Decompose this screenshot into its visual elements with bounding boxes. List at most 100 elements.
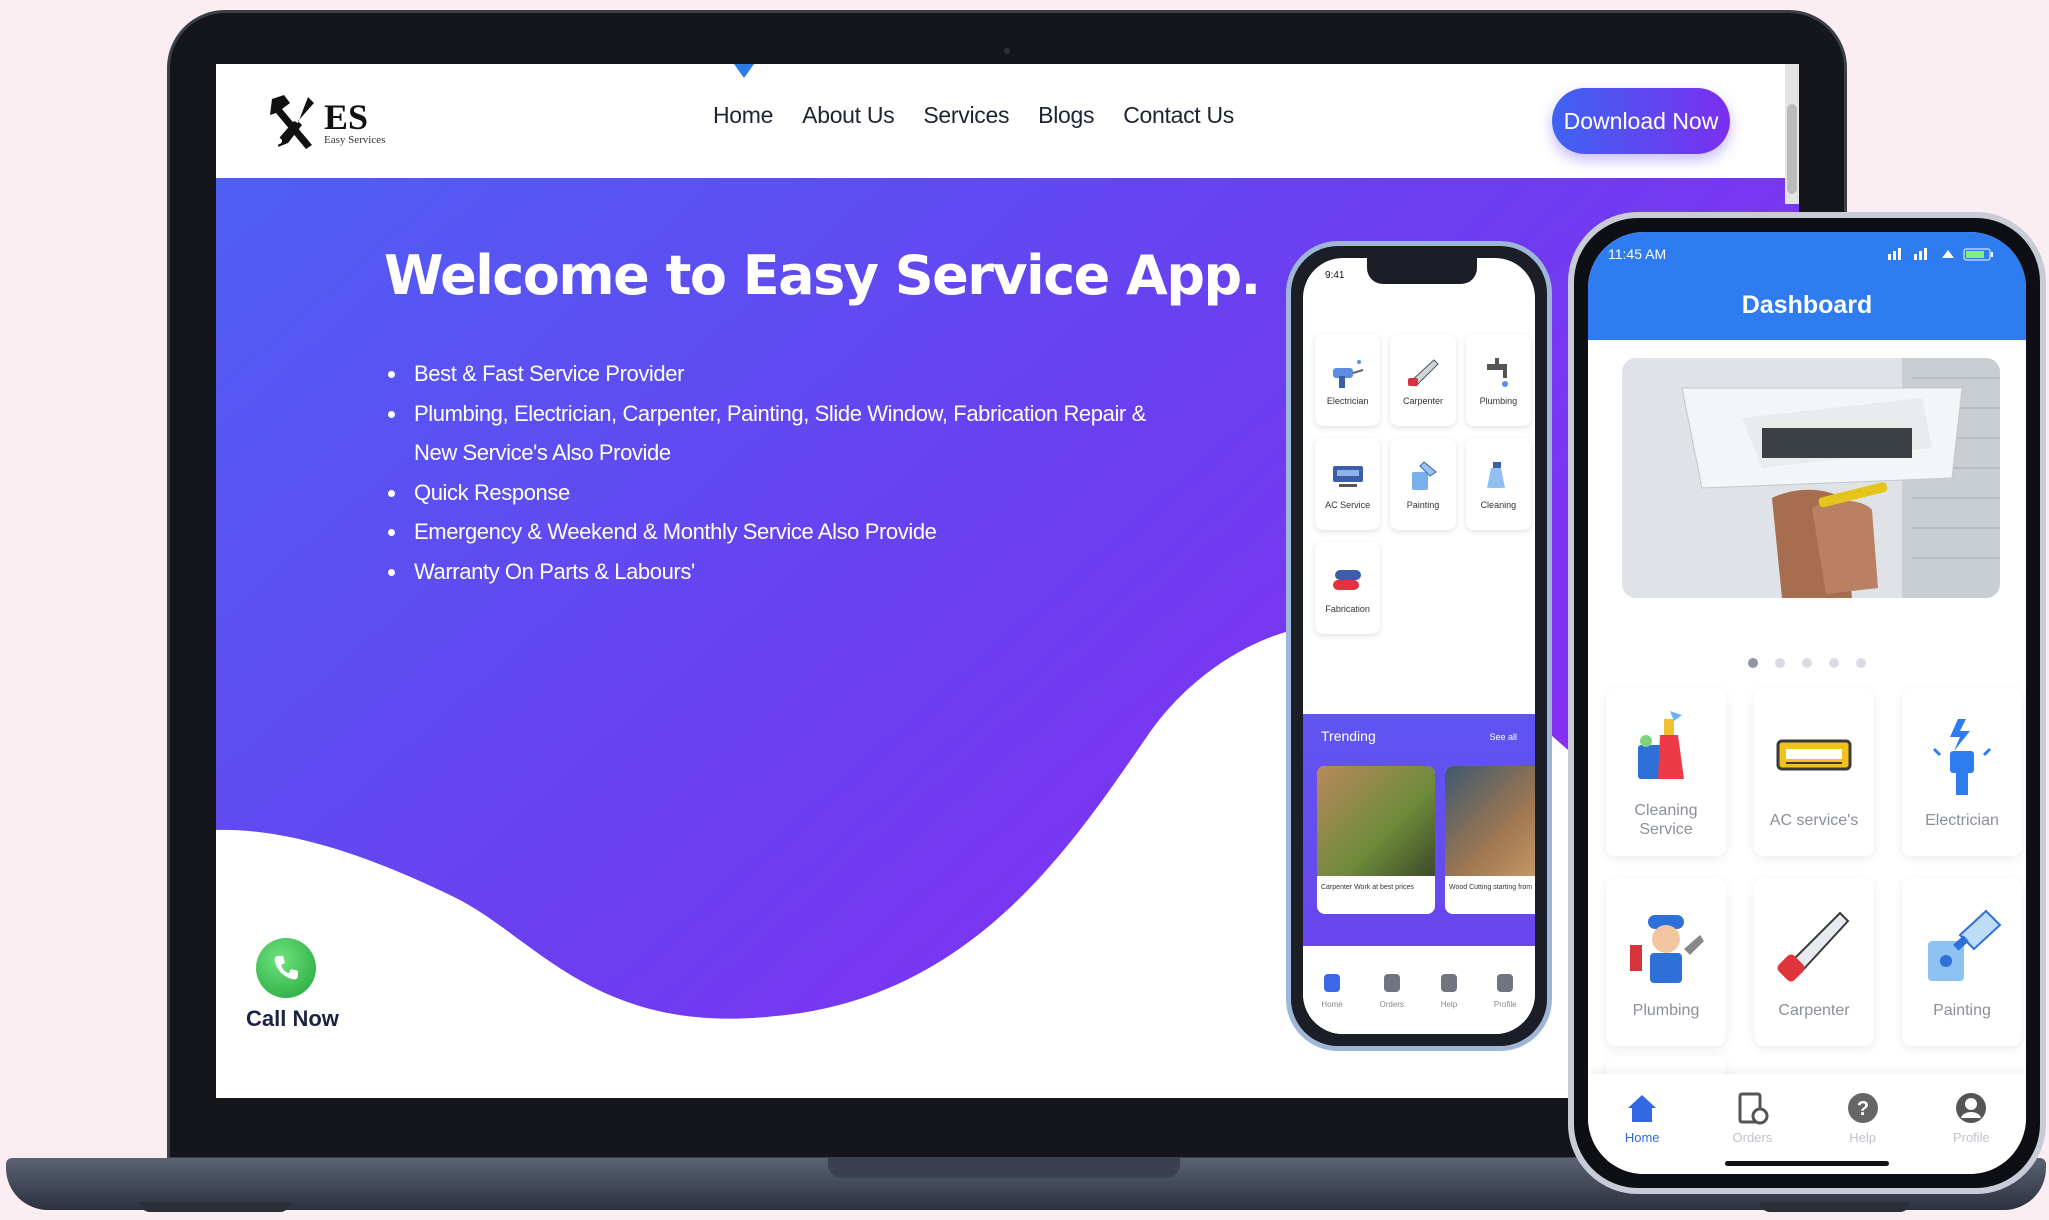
status-icons: [1888, 246, 1998, 265]
service-tile-painting[interactable]: Painting: [1390, 438, 1456, 530]
saw-icon: [1407, 359, 1439, 387]
bottom-nav: Home Orders Help Profile: [1303, 948, 1535, 1034]
hero-wave-background: [216, 178, 1799, 1019]
nav-label: Help: [1849, 1130, 1876, 1145]
laptop-camera: [1004, 48, 1010, 54]
service-tile-plumbing[interactable]: Plumbing: [1465, 334, 1531, 426]
trending-card-caption: Carpenter Work at best prices: [1321, 884, 1414, 891]
status-bar: 11:45 AM: [1588, 232, 2026, 278]
phone-call-icon: [256, 938, 316, 998]
service-tile-cleaning[interactable]: Cleaning Service: [1606, 688, 1726, 856]
service-label: AC Service: [1325, 500, 1371, 510]
home-indicator[interactable]: [1725, 1161, 1889, 1166]
trending-title: Trending: [1321, 728, 1376, 744]
service-tile-electrician[interactable]: Electrician: [1902, 688, 2022, 856]
scrollbar-thumb[interactable]: [1787, 104, 1797, 194]
ac-repair-photo: [1622, 358, 2000, 598]
trending-card[interactable]: Carpenter Work at best prices: [1317, 766, 1435, 914]
see-all-link[interactable]: See all: [1489, 732, 1517, 742]
electric-plug-icon: [1932, 718, 1992, 795]
carousel-dot[interactable]: [1856, 658, 1866, 668]
feature-item: Plumbing, Electrician, Carpenter, Painti…: [408, 394, 1188, 473]
page-scrollbar[interactable]: [1785, 64, 1799, 204]
orders-icon: [1738, 1092, 1769, 1125]
active-nav-caret: [734, 64, 754, 78]
nav-about-us[interactable]: About Us: [802, 102, 895, 129]
nav-label: Profile: [1952, 1130, 1990, 1145]
paint-brush-bucket-icon: [1928, 909, 2002, 981]
paint-bucket-icon: [1411, 461, 1437, 490]
website-screen: ES Easy Services Home About Us Services …: [216, 64, 1799, 1098]
service-tile-fabrication[interactable]: Fabrication: [1315, 542, 1381, 634]
nav-label: Home: [1624, 1130, 1660, 1145]
phone-large-screen: 11:45 AM Dashboard Cleaning Service AC s…: [1588, 232, 2026, 1174]
nav-label: Orders: [1732, 1130, 1773, 1145]
bottom-nav-help[interactable]: ? Help: [1845, 1090, 1881, 1145]
service-tile-plumbing[interactable]: Plumbing: [1606, 878, 1726, 1046]
nav-contact-us[interactable]: Contact Us: [1123, 102, 1234, 129]
trending-card-caption: Wood Cutting starting from: [1449, 884, 1533, 891]
trending-card-image: [1445, 766, 1535, 876]
service-label: Carpenter: [1778, 1001, 1850, 1019]
fabrication-rolls-icon: [1332, 570, 1361, 590]
site-logo[interactable]: ES Easy Services: [268, 92, 385, 152]
feature-item: Warranty On Parts & Labours': [408, 552, 1188, 592]
orders-icon: [1383, 973, 1400, 992]
call-now-label: Call Now: [246, 1006, 339, 1031]
bottom-nav-profile[interactable]: Profile: [1953, 1090, 1990, 1145]
service-label: Carpenter: [1402, 396, 1443, 406]
profile-icon: [1497, 973, 1514, 992]
cleaning-spray-icon: [1487, 462, 1506, 488]
logo-tagline: Easy Services: [324, 133, 386, 146]
bottom-nav-orders[interactable]: Orders: [1379, 973, 1404, 1009]
service-tile-ac-service[interactable]: AC service's: [1754, 688, 1874, 856]
bottom-nav-home[interactable]: Home: [1321, 973, 1343, 1009]
bottom-nav: Home Orders ? Help Profile: [1588, 1074, 2026, 1174]
service-label: Electrician: [1326, 396, 1369, 406]
bottom-nav-profile[interactable]: Profile: [1493, 973, 1517, 1009]
help-icon: [1440, 973, 1457, 992]
ac-unit-icon: [1776, 739, 1852, 770]
call-now-button[interactable]: Call Now: [246, 938, 339, 1032]
carousel-dots[interactable]: [1588, 658, 2026, 668]
carousel-dot-active[interactable]: [1748, 658, 1758, 668]
service-tile-carpenter[interactable]: Carpenter: [1390, 334, 1456, 426]
nav-home[interactable]: Home: [713, 102, 773, 129]
trending-card[interactable]: Wood Cutting starting from: [1445, 766, 1535, 914]
dashboard-header: Dashboard: [1588, 278, 2026, 340]
cleaning-supplies-icon: [1638, 711, 1684, 779]
nav-label: Profile: [1493, 999, 1517, 1009]
service-label: Painting: [1933, 1001, 1991, 1019]
phone-notch: [1367, 258, 1477, 284]
bottom-nav-home[interactable]: Home: [1624, 1090, 1660, 1145]
service-tile-painting[interactable]: Painting: [1902, 878, 2022, 1046]
bottom-nav-orders[interactable]: Orders: [1732, 1090, 1773, 1145]
service-tile-cleaning[interactable]: Cleaning: [1465, 438, 1531, 530]
service-tile-electrician[interactable]: Electrician: [1315, 334, 1381, 426]
status-time: 11:45 AM: [1608, 246, 1667, 262]
logo-letters: ES: [324, 96, 369, 137]
carousel-dot[interactable]: [1802, 658, 1812, 668]
bottom-nav-help[interactable]: Help: [1440, 973, 1458, 1009]
carousel-dot[interactable]: [1775, 658, 1785, 668]
nav-label: Home: [1321, 999, 1343, 1009]
nav-blogs[interactable]: Blogs: [1038, 102, 1094, 129]
service-grid: Electrician Carpenter Plumbing AC Servic…: [1315, 334, 1531, 634]
site-header: ES Easy Services Home About Us Services …: [216, 64, 1799, 178]
drill-icon: [1332, 360, 1363, 388]
ac-unit-icon: [1332, 466, 1363, 487]
phone-mockup-large: 11:45 AM Dashboard Cleaning Service AC s…: [1568, 212, 2046, 1194]
promo-banner[interactable]: [1622, 358, 2000, 598]
carousel-dot[interactable]: [1829, 658, 1839, 668]
service-tile-carpenter[interactable]: Carpenter: [1754, 878, 1874, 1046]
laptop-foot-left: [140, 1202, 290, 1212]
download-now-button[interactable]: Download Now: [1552, 88, 1730, 154]
feature-item: Emergency & Weekend & Monthly Service Al…: [408, 512, 1188, 552]
nav-services[interactable]: Services: [923, 102, 1009, 129]
nav-label: Help: [1440, 999, 1458, 1009]
service-grid: Cleaning Service AC service's Electricia…: [1606, 688, 2022, 1046]
phone-small-screen: 9:41 Electrician Carpenter Plumbing AC S…: [1303, 258, 1535, 1034]
service-tile-ac-service[interactable]: AC Service: [1315, 438, 1381, 530]
main-nav: Home About Us Services Blogs Contact Us: [713, 102, 1234, 129]
trending-section: Trending See all Carpenter Work at best …: [1303, 714, 1535, 946]
